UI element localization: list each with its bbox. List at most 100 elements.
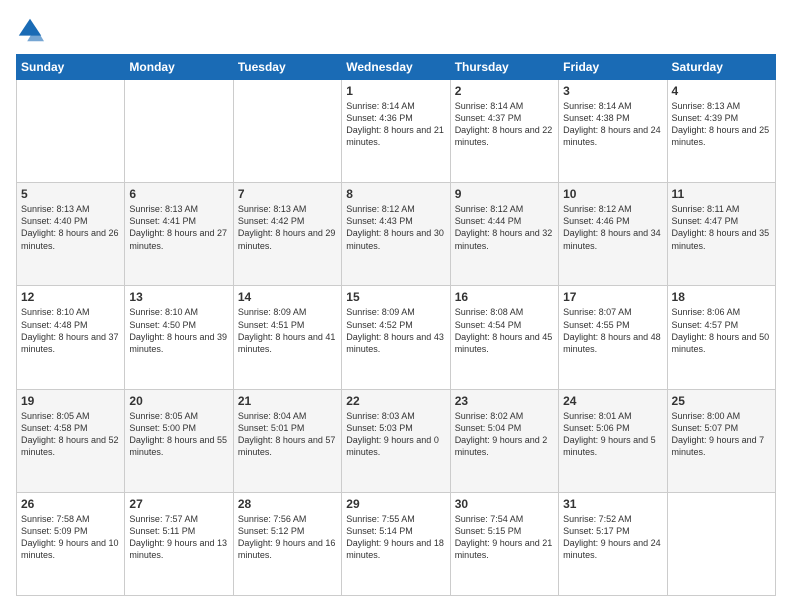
day-content: Sunrise: 7:57 AM Sunset: 5:11 PM Dayligh… — [129, 513, 228, 562]
logo — [16, 16, 48, 44]
day-number: 2 — [455, 84, 554, 98]
calendar-cell: 23Sunrise: 8:02 AM Sunset: 5:04 PM Dayli… — [450, 389, 558, 492]
day-content: Sunrise: 7:55 AM Sunset: 5:14 PM Dayligh… — [346, 513, 445, 562]
calendar-cell: 22Sunrise: 8:03 AM Sunset: 5:03 PM Dayli… — [342, 389, 450, 492]
day-number: 6 — [129, 187, 228, 201]
day-content: Sunrise: 8:09 AM Sunset: 4:52 PM Dayligh… — [346, 306, 445, 355]
calendar-cell: 27 Sunrise: 7:57 AM Sunset: 5:11 PM Dayli… — [125, 492, 233, 595]
calendar-cell: 5 Sunrise: 8:13 AM Sunset: 4:40 PM Daylig… — [17, 183, 125, 286]
day-number: 1 — [346, 84, 445, 98]
day-number: 3 — [563, 84, 662, 98]
calendar-cell: 2 Sunrise: 8:14 AM Sunset: 4:37 PM Daylig… — [450, 80, 558, 183]
page: SundayMondayTuesdayWednesdayThursdayFrid… — [0, 0, 792, 612]
weekday-header-row: SundayMondayTuesdayWednesdayThursdayFrid… — [17, 55, 776, 80]
calendar-cell: 10 Sunrise: 8:12 AM Sunset: 4:46 PM Dayli… — [559, 183, 667, 286]
week-row-3: 12 Sunrise: 8:10 AM Sunset: 4:48 PM Dayli… — [17, 286, 776, 389]
day-number: 13 — [129, 290, 228, 304]
day-number: 19 — [21, 394, 120, 408]
day-number: 21 — [238, 394, 337, 408]
week-row-5: 26 Sunrise: 7:58 AM Sunset: 5:09 PM Dayli… — [17, 492, 776, 595]
weekday-header-saturday: Saturday — [667, 55, 775, 80]
calendar-cell: 25 Sunrise: 8:00 AM Sunset: 5:07 PM Dayli… — [667, 389, 775, 492]
day-content: Sunrise: 8:14 AM Sunset: 4:38 PM Dayligh… — [563, 100, 662, 149]
day-number: 25 — [672, 394, 771, 408]
weekday-header-friday: Friday — [559, 55, 667, 80]
calendar-cell: 1 Sunrise: 8:14 AM Sunset: 4:36 PM Daylig… — [342, 80, 450, 183]
day-content: Sunrise: 8:01 AM Sunset: 5:06 PM Dayligh… — [563, 410, 662, 459]
day-content: Sunrise: 8:11 AM Sunset: 4:47 PM Dayligh… — [672, 203, 771, 252]
week-row-4: 19Sunrise: 8:05 AM Sunset: 4:58 PM Dayli… — [17, 389, 776, 492]
calendar-table: SundayMondayTuesdayWednesdayThursdayFrid… — [16, 54, 776, 596]
day-content: Sunrise: 8:10 AM Sunset: 4:48 PM Dayligh… — [21, 306, 120, 355]
day-number: 27 — [129, 497, 228, 511]
day-number: 20 — [129, 394, 228, 408]
day-content: Sunrise: 8:04 AM Sunset: 5:01 PM Dayligh… — [238, 410, 337, 459]
day-content: Sunrise: 8:12 AM Sunset: 4:43 PM Dayligh… — [346, 203, 445, 252]
calendar-cell: 17Sunrise: 8:07 AM Sunset: 4:55 PM Dayli… — [559, 286, 667, 389]
week-row-1: 1 Sunrise: 8:14 AM Sunset: 4:36 PM Daylig… — [17, 80, 776, 183]
day-number: 29 — [346, 497, 445, 511]
calendar-cell: 9 Sunrise: 8:12 AM Sunset: 4:44 PM Daylig… — [450, 183, 558, 286]
calendar-cell — [667, 492, 775, 595]
day-content: Sunrise: 8:14 AM Sunset: 4:37 PM Dayligh… — [455, 100, 554, 149]
calendar-cell — [17, 80, 125, 183]
day-content: Sunrise: 7:54 AM Sunset: 5:15 PM Dayligh… — [455, 513, 554, 562]
weekday-header-wednesday: Wednesday — [342, 55, 450, 80]
calendar-cell — [233, 80, 341, 183]
day-content: Sunrise: 8:03 AM Sunset: 5:03 PM Dayligh… — [346, 410, 445, 459]
calendar-cell: 14Sunrise: 8:09 AM Sunset: 4:51 PM Dayli… — [233, 286, 341, 389]
day-content: Sunrise: 8:14 AM Sunset: 4:36 PM Dayligh… — [346, 100, 445, 149]
calendar-cell: 12 Sunrise: 8:10 AM Sunset: 4:48 PM Dayli… — [17, 286, 125, 389]
calendar-cell: 6 Sunrise: 8:13 AM Sunset: 4:41 PM Daylig… — [125, 183, 233, 286]
day-number: 9 — [455, 187, 554, 201]
header — [16, 16, 776, 44]
calendar-cell: 21 Sunrise: 8:04 AM Sunset: 5:01 PM Dayli… — [233, 389, 341, 492]
calendar-cell: 4Sunrise: 8:13 AM Sunset: 4:39 PM Daylig… — [667, 80, 775, 183]
calendar-cell: 30Sunrise: 7:54 AM Sunset: 5:15 PM Dayli… — [450, 492, 558, 595]
calendar-cell: 19Sunrise: 8:05 AM Sunset: 4:58 PM Dayli… — [17, 389, 125, 492]
day-number: 7 — [238, 187, 337, 201]
weekday-header-tuesday: Tuesday — [233, 55, 341, 80]
day-number: 24 — [563, 394, 662, 408]
week-row-2: 5 Sunrise: 8:13 AM Sunset: 4:40 PM Daylig… — [17, 183, 776, 286]
day-content: Sunrise: 8:05 AM Sunset: 5:00 PM Dayligh… — [129, 410, 228, 459]
day-content: Sunrise: 8:13 AM Sunset: 4:40 PM Dayligh… — [21, 203, 120, 252]
day-number: 16 — [455, 290, 554, 304]
day-number: 31 — [563, 497, 662, 511]
day-content: Sunrise: 8:13 AM Sunset: 4:39 PM Dayligh… — [672, 100, 771, 149]
calendar-cell: 16 Sunrise: 8:08 AM Sunset: 4:54 PM Dayli… — [450, 286, 558, 389]
calendar-cell: 7 Sunrise: 8:13 AM Sunset: 4:42 PM Daylig… — [233, 183, 341, 286]
day-content: Sunrise: 8:12 AM Sunset: 4:46 PM Dayligh… — [563, 203, 662, 252]
calendar-cell: 15Sunrise: 8:09 AM Sunset: 4:52 PM Dayli… — [342, 286, 450, 389]
day-number: 5 — [21, 187, 120, 201]
day-number: 18 — [672, 290, 771, 304]
day-content: Sunrise: 8:02 AM Sunset: 5:04 PM Dayligh… — [455, 410, 554, 459]
day-content: Sunrise: 8:13 AM Sunset: 4:42 PM Dayligh… — [238, 203, 337, 252]
day-number: 12 — [21, 290, 120, 304]
day-content: Sunrise: 8:09 AM Sunset: 4:51 PM Dayligh… — [238, 306, 337, 355]
day-content: Sunrise: 8:08 AM Sunset: 4:54 PM Dayligh… — [455, 306, 554, 355]
day-number: 8 — [346, 187, 445, 201]
calendar-cell: 13 Sunrise: 8:10 AM Sunset: 4:50 PM Dayli… — [125, 286, 233, 389]
weekday-header-thursday: Thursday — [450, 55, 558, 80]
calendar-cell: 28Sunrise: 7:56 AM Sunset: 5:12 PM Dayli… — [233, 492, 341, 595]
calendar-cell: 20 Sunrise: 8:05 AM Sunset: 5:00 PM Dayli… — [125, 389, 233, 492]
day-number: 17 — [563, 290, 662, 304]
day-number: 26 — [21, 497, 120, 511]
day-number: 10 — [563, 187, 662, 201]
calendar-cell: 18 Sunrise: 8:06 AM Sunset: 4:57 PM Dayli… — [667, 286, 775, 389]
day-content: Sunrise: 8:00 AM Sunset: 5:07 PM Dayligh… — [672, 410, 771, 459]
calendar-cell: 26 Sunrise: 7:58 AM Sunset: 5:09 PM Dayli… — [17, 492, 125, 595]
day-content: Sunrise: 7:58 AM Sunset: 5:09 PM Dayligh… — [21, 513, 120, 562]
day-number: 11 — [672, 187, 771, 201]
day-content: Sunrise: 8:12 AM Sunset: 4:44 PM Dayligh… — [455, 203, 554, 252]
day-content: Sunrise: 8:13 AM Sunset: 4:41 PM Dayligh… — [129, 203, 228, 252]
calendar-cell — [125, 80, 233, 183]
weekday-header-monday: Monday — [125, 55, 233, 80]
calendar-cell: 24 Sunrise: 8:01 AM Sunset: 5:06 PM Dayli… — [559, 389, 667, 492]
calendar-cell: 31Sunrise: 7:52 AM Sunset: 5:17 PM Dayli… — [559, 492, 667, 595]
day-content: Sunrise: 8:10 AM Sunset: 4:50 PM Dayligh… — [129, 306, 228, 355]
day-number: 28 — [238, 497, 337, 511]
day-content: Sunrise: 8:06 AM Sunset: 4:57 PM Dayligh… — [672, 306, 771, 355]
weekday-header-sunday: Sunday — [17, 55, 125, 80]
